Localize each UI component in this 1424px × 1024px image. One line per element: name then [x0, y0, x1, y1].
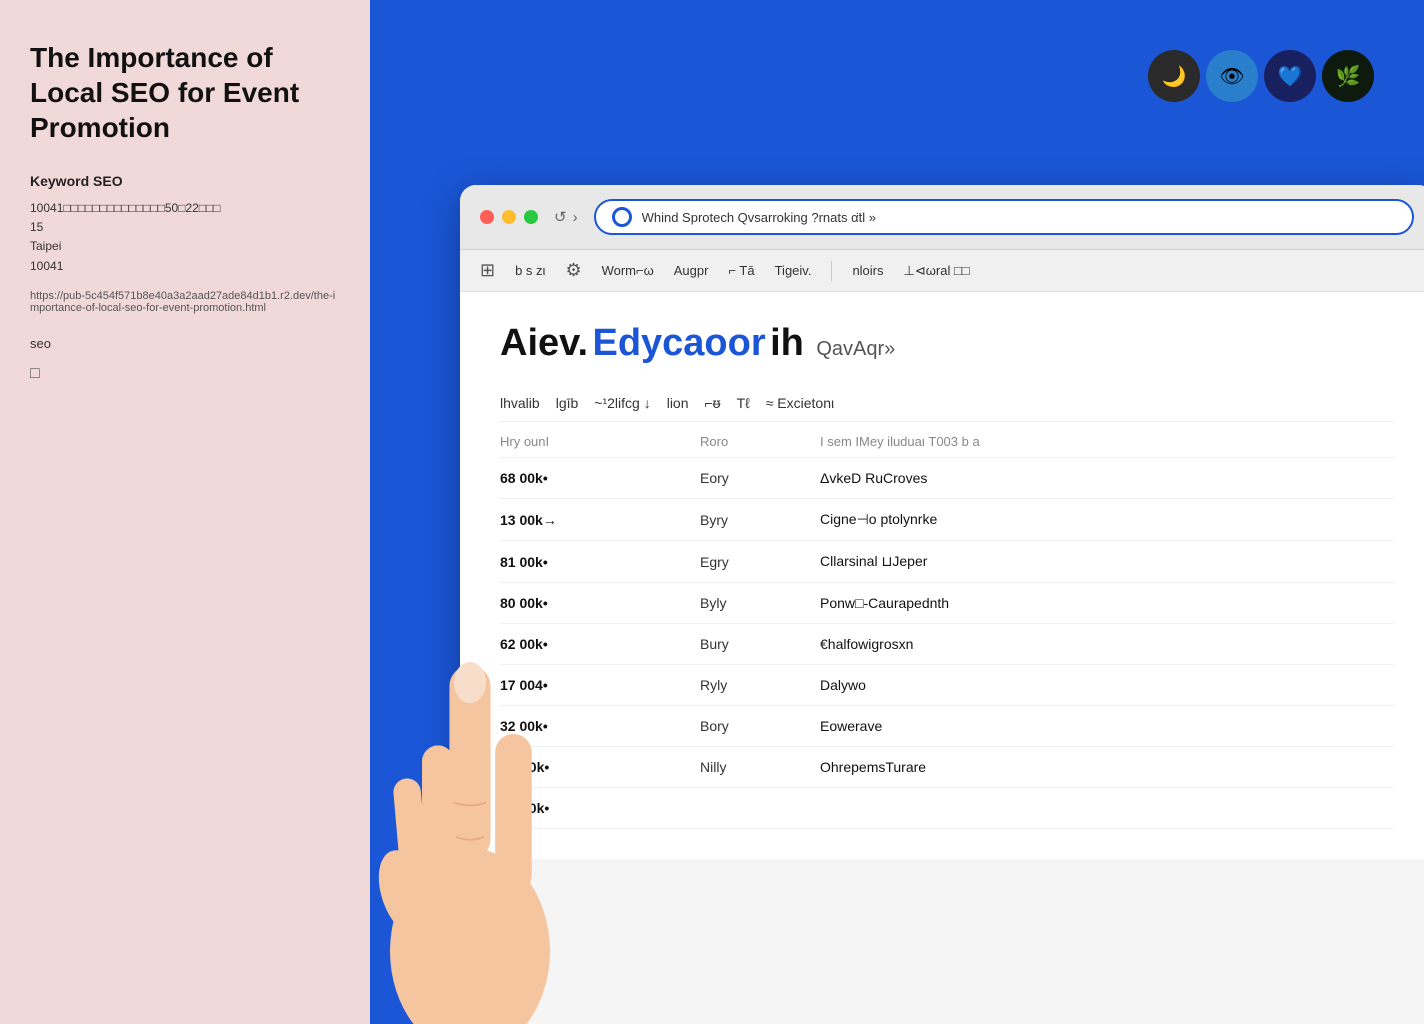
address-text: Whind Sprotech Qvsarroking ?rnats α̈tl » — [642, 210, 1396, 225]
toolbar-icon-2[interactable]: ⚙ — [565, 260, 581, 281]
toolbar-item-ta[interactable]: ⌐ Tā — [728, 263, 754, 278]
table-col-header-6[interactable]: Tℓ — [737, 395, 750, 411]
deco-icon-3: 💙 — [1264, 50, 1316, 102]
deco-icons: 🌙 👁 💙 🌿 — [1148, 50, 1374, 102]
traffic-light-green[interactable] — [524, 210, 538, 224]
table-row[interactable]: 8E 00k• — [500, 788, 1394, 829]
table-row[interactable]: 62 00k• Bury €halfowigrosxn — [500, 624, 1394, 665]
divider-1 — [831, 261, 832, 281]
table-row[interactable]: 68 00k• Eory ΔvkeD RuCroves — [500, 458, 1394, 499]
table-col-header-2[interactable]: lgīb — [556, 395, 579, 411]
toolbar-item-augpr[interactable]: Augpr — [674, 263, 709, 278]
sidebar-meta: 10041□□□□□□□□□□□□□□50□22□□□ 15 Taipei 10… — [30, 199, 340, 276]
table-col-header-3[interactable]: ~¹2lifcg ↓ — [594, 395, 650, 411]
row-3-name: Cllarsinal ⊔Jeper — [820, 553, 1394, 570]
nav-forward-icon[interactable]: › — [573, 209, 578, 226]
traffic-lights — [480, 210, 538, 224]
toolbar-item-worm[interactable]: Worm⌐ω — [602, 263, 654, 278]
toolbar-item-tigeiv[interactable]: Tigeiv. — [775, 263, 812, 278]
row-2-mid: Byry — [700, 512, 820, 528]
table-row[interactable]: 13 00k→ Byry Cigne⊣o ptolynrke — [500, 499, 1394, 541]
toolbar-item-1[interactable]: b s zι — [515, 263, 545, 278]
row-4-mid: Byly — [700, 595, 820, 611]
sub-header-col1: Hry ounI — [500, 434, 700, 449]
traffic-light-red[interactable] — [480, 210, 494, 224]
meta-city: Taipei — [30, 239, 61, 253]
browser-toolbar: ⊞ b s zι ⚙ Worm⌐ω Augpr ⌐ Tā Tigeiv. nlo… — [460, 250, 1424, 292]
deco-icon-4: 🌿 — [1322, 50, 1374, 102]
row-6-mid: Ryly — [700, 677, 820, 693]
table-row[interactable]: 81 00k• Egry Cllarsinal ⊔Jeper — [500, 541, 1394, 583]
table-row[interactable]: 17 004• Ryly Dalywo — [500, 665, 1394, 706]
table-row[interactable]: 32 00k• Bory Eowerave — [500, 706, 1394, 747]
sub-header-col2: Roro — [700, 434, 820, 449]
page-main-title-blue: Edycaoor — [592, 322, 765, 364]
browser-chrome: ↺ › Whind Sprotech Qvsarroking ?rnats α̈… — [460, 185, 1424, 250]
meta-zip: 10041 — [30, 259, 63, 273]
page-subtitle: QavAqr» — [816, 338, 895, 360]
table-row[interactable]: S0 00k• Nilly OhrepemsTurare — [500, 747, 1394, 788]
data-table: lhvalib lgīb ~¹2lifcg ↓ lion ⌐ᵿ Tℓ ≈ Exc… — [500, 385, 1394, 829]
page-title-bar: Aiev. Edycaoor ih QavAqr» — [500, 322, 1394, 365]
table-row[interactable]: 80 00k• Byly Ponw□-Caurapednth — [500, 583, 1394, 624]
sidebar-icon-box: □ — [30, 365, 340, 383]
row-1-name: ΔvkeD RuCroves — [820, 470, 1394, 486]
row-5-mid: Bury — [700, 636, 820, 652]
table-col-header-1[interactable]: lhvalib — [500, 395, 540, 411]
hand-overlay — [370, 524, 610, 1024]
row-8-name: OhrepemsTurare — [820, 759, 1394, 775]
row-8-mid: Nilly — [700, 759, 820, 775]
right-area: 🌙 👁 💙 🌿 ↺ › Whind Sprotech Qvsarroking ?… — [370, 0, 1424, 1024]
row-2-name: Cigne⊣o ptolynrke — [820, 511, 1394, 528]
row-6-name: Dalywo — [820, 677, 1394, 693]
table-col-header-4[interactable]: lion — [667, 395, 689, 411]
sidebar-tag: seo — [30, 336, 340, 351]
traffic-light-yellow[interactable] — [502, 210, 516, 224]
row-1-mid: Eory — [700, 470, 820, 486]
row-4-name: Ponw□-Caurapednth — [820, 595, 1394, 611]
row-3-mid: Egry — [700, 554, 820, 570]
keyword-label: Keyword SEO — [30, 173, 340, 189]
row-7-name: Eowerave — [820, 718, 1394, 734]
row-5-name: €halfowigrosxn — [820, 636, 1394, 652]
sidebar-title: The Importance of Local SEO for Event Pr… — [30, 40, 340, 145]
toolbar-icon-1[interactable]: ⊞ — [480, 260, 495, 281]
row-7-mid: Bory — [700, 718, 820, 734]
toolbar-item-nloirs[interactable]: nloirs — [852, 263, 883, 278]
deco-icon-1: 🌙 — [1148, 50, 1200, 102]
sub-header-col3: I sem IMey iluduaι T003 b a — [820, 434, 1394, 449]
table-col-header-5[interactable]: ⌐ᵿ — [705, 395, 721, 411]
deco-icon-2: 👁 — [1206, 50, 1258, 102]
nav-back-forward[interactable]: ↺ › — [554, 208, 578, 226]
nav-refresh-icon[interactable]: ↺ — [554, 208, 567, 226]
sidebar: The Importance of Local SEO for Event Pr… — [0, 0, 370, 1024]
meta-line2: 15 — [30, 220, 43, 234]
page-title-ih: ih — [770, 322, 804, 364]
address-bar[interactable]: Whind Sprotech Qvsarroking ?rnats α̈tl » — [594, 199, 1414, 235]
row-1-num: 68 00k• — [500, 470, 700, 486]
address-circle-icon — [612, 207, 632, 227]
page-main-title-black: Aiev. — [500, 322, 588, 364]
table-toolbar: lhvalib lgīb ~¹2lifcg ↓ lion ⌐ᵿ Tℓ ≈ Exc… — [500, 385, 1394, 422]
table-sub-header: Hry ounI Roro I sem IMey iluduaι T003 b … — [500, 426, 1394, 458]
toolbar-item-aural[interactable]: ⊥⊲ωral □□ — [904, 263, 970, 279]
hand-svg — [370, 574, 590, 1024]
table-col-header-7[interactable]: ≈ Excietonι — [766, 395, 834, 411]
sidebar-url: https://pub-5c454f571b8e40a3a2aad27ade84… — [30, 290, 340, 314]
meta-line1: 10041□□□□□□□□□□□□□□50□22□□□ — [30, 201, 221, 215]
